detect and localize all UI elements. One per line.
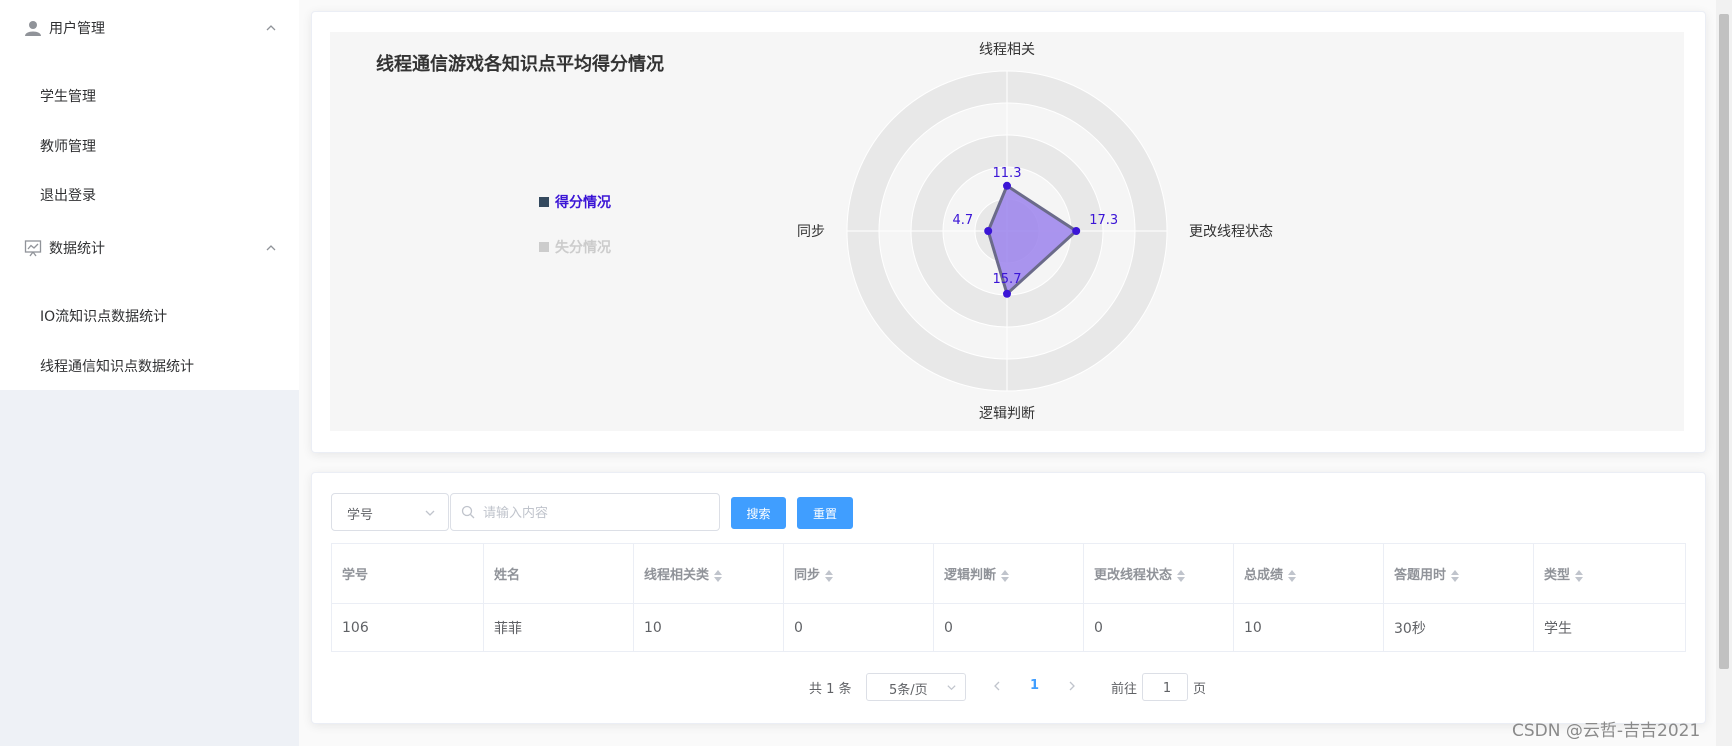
table-cell: 10 [633,603,784,652]
sidebar-item-label: IO流知识点数据统计 [40,309,168,325]
column-header: 学号 [331,543,484,604]
menu-group-label: 数据统计 [49,241,105,257]
user-icon [25,21,41,36]
search-icon [461,505,475,519]
page-size-select[interactable]: 5条/页 [866,673,966,701]
column-header-label: 线程相关类 [644,568,710,583]
select-value: 学号 [347,508,374,523]
table-cell: 10 [1233,603,1384,652]
sidebar-item-label: 退出登录 [40,188,96,204]
menu-group-label: 用户管理 [49,21,105,37]
table-cell: 106 [331,603,484,652]
legend-item-lost[interactable]: 失分情况 [539,237,611,257]
legend-label: 失分情况 [555,240,611,256]
column-header-label: 类型 [1544,568,1571,583]
sidebar-item-teacher-management[interactable]: 教师管理 [0,121,299,171]
prev-page-icon[interactable] [991,680,1003,692]
table-cell: 0 [1083,603,1234,652]
sidebar-item-label: 线程通信知识点数据统计 [40,359,194,375]
chevron-up-icon [266,25,276,31]
column-header-sortable[interactable]: 类型 [1533,543,1686,604]
column-header-sortable[interactable]: 线程相关类 [633,543,784,604]
sidebar-item-io-statistics[interactable]: IO流知识点数据统计 [0,291,299,341]
table-cell: 0 [933,603,1084,652]
sort-caret-icon[interactable] [1575,569,1584,583]
menu-group-user-management[interactable]: 用户管理 [0,0,299,56]
chevron-down-icon [947,685,956,691]
table-cell: 学生 [1533,603,1686,652]
legend-swatch [539,242,549,252]
chart-title: 线程通信游戏各知识点平均得分情况 [376,54,664,75]
column-header-label: 学号 [342,568,369,583]
column-header-sortable[interactable]: 同步 [783,543,934,604]
search-input-box[interactable] [450,493,720,531]
sidebar-item-label: 学生管理 [40,89,96,105]
menu-group-data-statistics[interactable]: 数据统计 [0,220,299,276]
sidebar-menu: 用户管理 学生管理 教师管理 退出登录 数据统计 IO流知识点数据统计 线程通信… [0,0,299,390]
chevron-up-icon [266,245,276,251]
page-number-current[interactable]: 1 [1030,678,1039,693]
page-unit-label: 页 [1193,682,1207,697]
sidebar-item-student-management[interactable]: 学生管理 [0,71,299,121]
pagination-total: 共 1 条 [809,682,852,697]
column-header-sortable[interactable]: 答题用时 [1383,543,1534,604]
column-header-sortable[interactable]: 更改线程状态 [1083,543,1234,604]
goto-page-input[interactable] [1143,674,1191,702]
sort-caret-icon[interactable] [1451,569,1460,583]
page-scrollbar[interactable] [1716,0,1732,746]
column-header-label: 逻辑判断 [944,568,997,583]
sort-caret-icon[interactable] [1288,569,1297,583]
sidebar: 用户管理 学生管理 教师管理 退出登录 数据统计 IO流知识点数据统计 线程通信… [0,0,300,746]
sidebar-item-label: 教师管理 [40,139,96,155]
search-field-select[interactable]: 学号 [331,493,449,531]
chevron-down-icon [425,510,435,516]
page-size-value: 5条/页 [889,683,928,698]
sidebar-item-logout[interactable]: 退出登录 [0,170,299,220]
column-header-sortable[interactable]: 总成绩 [1233,543,1384,604]
chart-icon [24,240,42,257]
table-cell: 30秒 [1383,603,1534,652]
column-header-label: 答题用时 [1394,568,1447,583]
watermark: CSDN @云哲-吉吉2021 [1512,721,1701,741]
search-input[interactable] [481,500,715,526]
column-header-label: 姓名 [494,568,521,583]
column-header-label: 总成绩 [1244,568,1284,583]
sidebar-item-thread-statistics[interactable]: 线程通信知识点数据统计 [0,341,299,391]
goto-label: 前往 [1111,682,1138,697]
column-header-label: 更改线程状态 [1094,568,1173,583]
column-header: 姓名 [483,543,634,604]
table-cell: 菲菲 [483,603,634,652]
legend-label: 得分情况 [555,195,611,211]
score-table: 学号 姓名 线程相关类 同步 逻辑判断 更改线程状态 总成绩 答题用时 类型 1… [331,543,1686,652]
next-page-icon[interactable] [1066,680,1078,692]
sort-caret-icon[interactable] [1177,569,1186,583]
sort-caret-icon[interactable] [714,569,723,583]
search-button[interactable]: 搜索 [731,497,786,529]
table-header-row: 学号 姓名 线程相关类 同步 逻辑判断 更改线程状态 总成绩 答题用时 类型 [331,543,1686,604]
reset-button[interactable]: 重置 [797,497,853,529]
table-cell: 0 [783,603,934,652]
table-row[interactable]: 106 菲菲 10 0 0 0 10 30秒 学生 [331,603,1686,652]
column-header-sortable[interactable]: 逻辑判断 [933,543,1084,604]
legend-item-score[interactable]: 得分情况 [539,192,611,212]
scrollbar-thumb[interactable] [1719,14,1729,669]
legend-swatch [539,197,549,207]
chart-panel [330,32,1684,431]
column-header-label: 同步 [794,568,821,583]
sort-caret-icon[interactable] [1001,569,1010,583]
sort-caret-icon[interactable] [825,569,834,583]
goto-page-box[interactable] [1142,673,1191,702]
